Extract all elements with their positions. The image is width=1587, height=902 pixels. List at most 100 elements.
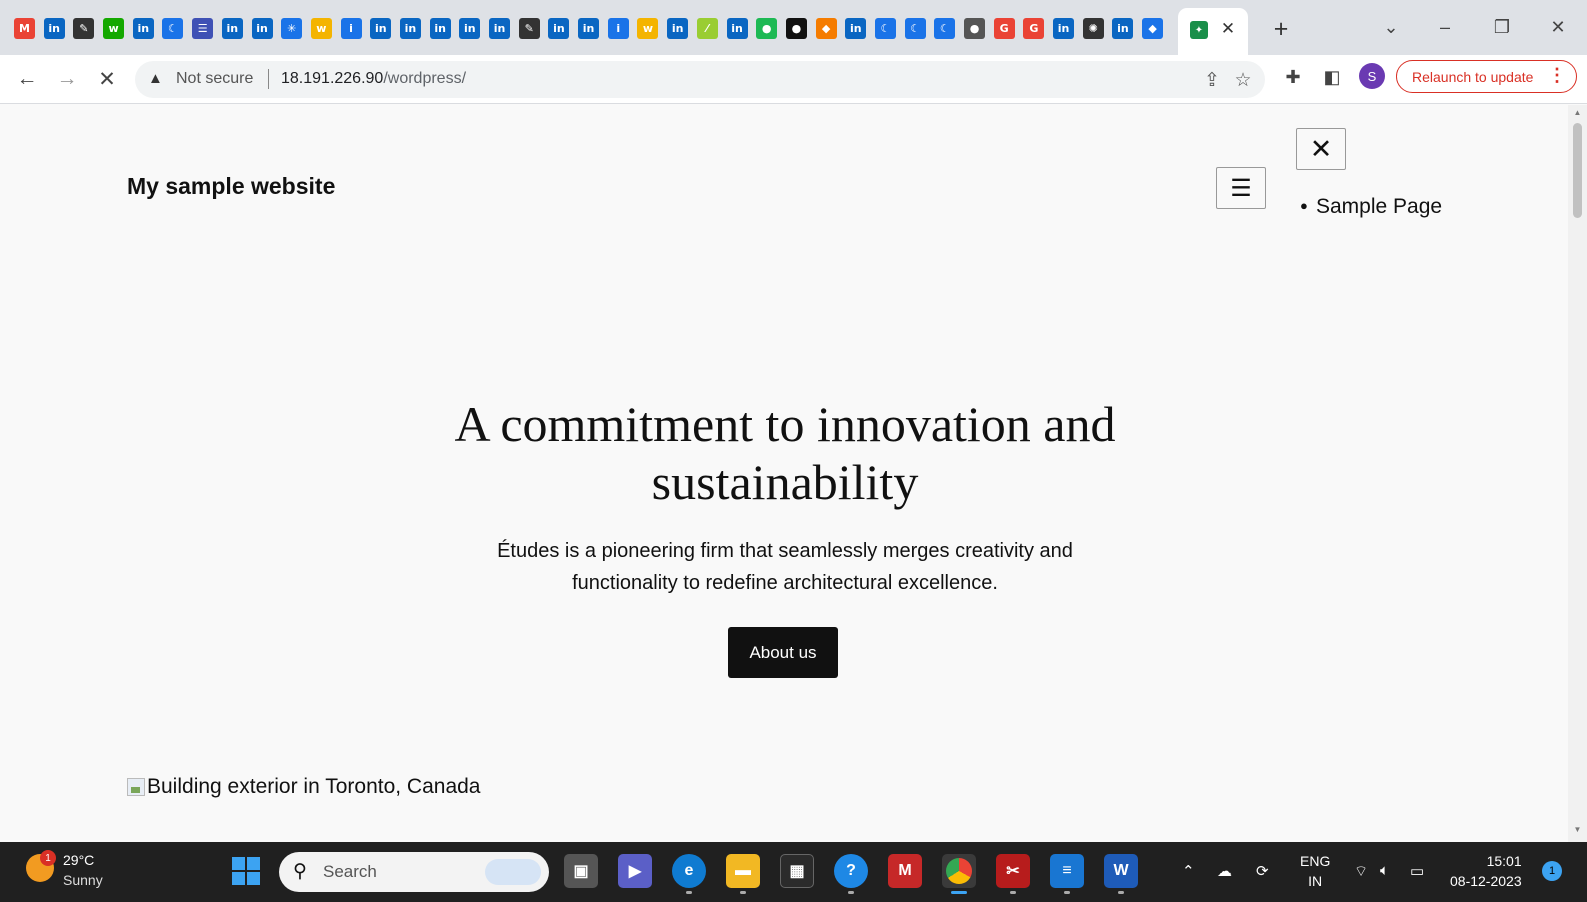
linkedin-icon[interactable]: in <box>489 18 510 39</box>
spark-icon[interactable]: ✳ <box>281 18 303 39</box>
forward-icon[interactable]: → <box>52 64 82 94</box>
moon-icon[interactable]: ☾ <box>934 18 956 39</box>
relaunch-button[interactable]: Relaunch to update ⋮ <box>1396 60 1577 93</box>
running-indicator <box>1064 891 1070 894</box>
globe-icon[interactable]: ● <box>964 18 985 39</box>
file-explorer-icon[interactable]: ▬ <box>726 854 760 894</box>
blue-app-icon[interactable]: ◆ <box>1142 18 1164 39</box>
wifi-w-icon[interactable]: w <box>637 18 659 39</box>
security-label[interactable]: Not secure <box>176 70 253 88</box>
back-icon[interactable]: ← <box>12 64 42 94</box>
scroll-thumb[interactable] <box>1573 123 1582 218</box>
edge-browser-icon[interactable]: e <box>672 854 706 894</box>
linkedin-icon[interactable]: in <box>548 18 570 39</box>
close-tab-icon[interactable]: ✕ <box>1216 17 1240 41</box>
chrome-icon[interactable] <box>942 854 976 894</box>
address-separator <box>268 69 269 89</box>
linkedin-icon[interactable]: in <box>43 18 65 39</box>
profile-avatar[interactable]: S <box>1359 63 1385 89</box>
language-indicator[interactable]: ENG IN <box>1300 851 1330 891</box>
linkedin-icon[interactable]: in <box>399 18 421 39</box>
extensions-puzzle-icon[interactable]: ✚ <box>1280 64 1306 90</box>
minimize-button[interactable]: – <box>1430 14 1460 40</box>
scroll-up-icon[interactable]: ▲ <box>1573 108 1582 117</box>
url-host: 18.191.226.90 <box>281 70 384 87</box>
tab-strip: Min ✎ w in ☾ ☰ in in ✳ w i in in in in in ✎ in in i w in ⁄ in ● ●… <box>0 0 1587 55</box>
address-bar[interactable]: ▲ Not secure 18.191.226.90/wordpress/ ⇪ … <box>135 61 1265 98</box>
linkedin-icon[interactable]: in <box>251 18 273 39</box>
notepad-icon[interactable]: ≡ <box>1050 854 1084 894</box>
edit-icon[interactable]: ✎ <box>73 18 95 39</box>
scroll-down-icon[interactable]: ▼ <box>1573 825 1582 834</box>
weather-temperature[interactable]: 29°C <box>63 852 94 868</box>
linkedin-icon[interactable]: in <box>370 18 392 39</box>
gmail-icon[interactable]: M <box>14 18 35 39</box>
linkedin-icon[interactable]: in <box>1112 18 1134 39</box>
edit-icon[interactable]: ✎ <box>518 18 540 39</box>
github-icon[interactable]: ● <box>785 18 807 39</box>
linkedin-icon[interactable]: in <box>845 18 867 39</box>
help-icon[interactable]: ? <box>834 854 868 894</box>
microsoft-store-icon[interactable]: ▦ <box>780 854 814 888</box>
linkedin-icon[interactable]: in <box>578 18 600 39</box>
page-scrollbar[interactable]: ▲ ▼ <box>1568 105 1587 842</box>
about-us-button[interactable]: About us <box>728 627 838 678</box>
running-indicator <box>848 891 854 894</box>
info-icon[interactable]: i <box>607 18 629 39</box>
sync-icon[interactable]: ⟳ <box>1256 862 1269 880</box>
linkedin-icon[interactable]: in <box>726 18 748 39</box>
info-icon[interactable]: i <box>340 18 362 39</box>
notification-badge[interactable]: 1 <box>1542 861 1562 881</box>
moon-icon[interactable]: ☾ <box>874 18 896 39</box>
word-icon[interactable]: W <box>1104 854 1138 894</box>
linkedin-icon[interactable]: in <box>429 18 451 39</box>
share-icon[interactable]: ⇪ <box>1200 68 1224 92</box>
task-view-icon[interactable]: ▣ <box>564 854 598 888</box>
weather-condition[interactable]: Sunny <box>63 872 103 888</box>
teams-chat-icon[interactable]: ▶ <box>618 854 652 888</box>
chatgpt-icon[interactable]: ✺ <box>1082 18 1104 39</box>
nav-item-sample-page[interactable]: ● Sample Page <box>1300 195 1442 219</box>
windows-start-icon[interactable] <box>232 857 260 885</box>
active-tab[interactable]: ✦ ✕ <box>1178 8 1248 55</box>
menu-hamburger-icon[interactable]: ☰ <box>1216 167 1266 209</box>
restore-button[interactable]: ❐ <box>1487 14 1517 40</box>
upwork-icon[interactable]: w <box>103 18 125 39</box>
system-clock[interactable]: 15:01 08-12-2023 <box>1450 851 1522 891</box>
wifi-icon[interactable]: ⌔ <box>1354 862 1368 881</box>
nav-item-label[interactable]: Sample Page <box>1316 195 1442 218</box>
new-tab-button[interactable]: + <box>1268 16 1294 42</box>
clock-date: 08-12-2023 <box>1450 873 1522 889</box>
site-title[interactable]: My sample website <box>127 173 335 200</box>
bookmark-star-icon[interactable]: ☆ <box>1231 68 1255 92</box>
taskbar-search[interactable]: ⚲ Search <box>279 852 549 892</box>
show-hidden-icons[interactable]: ⌃ <box>1182 862 1195 880</box>
linkedin-icon[interactable]: in <box>221 18 243 39</box>
linkedin-icon[interactable]: in <box>132 18 154 39</box>
linkedin-icon[interactable]: in <box>667 18 689 39</box>
linkedin-icon[interactable]: in <box>459 18 481 39</box>
close-menu-icon[interactable]: ✕ <box>1296 128 1346 170</box>
moon-icon[interactable]: ☾ <box>162 18 184 39</box>
moon-icon[interactable]: ☾ <box>904 18 926 39</box>
google-icon[interactable]: G <box>1023 18 1045 39</box>
battery-icon[interactable]: ▭ <box>1410 862 1424 880</box>
more-menu-icon[interactable]: ⋮ <box>1548 65 1566 86</box>
volume-icon[interactable]: 🔈︎ <box>1380 862 1389 879</box>
warning-icon[interactable]: ▲ <box>148 70 167 89</box>
linkedin-icon[interactable]: in <box>1053 18 1075 39</box>
orange-app-icon[interactable]: ◆ <box>815 18 837 39</box>
snipping-tool-icon[interactable]: ✂ <box>996 854 1030 894</box>
google-icon[interactable]: G <box>993 18 1015 39</box>
onedrive-cloud-icon[interactable]: ☁ <box>1217 862 1232 880</box>
spotify-icon[interactable]: ● <box>756 18 778 39</box>
tab-search-icon[interactable]: ⌄ <box>1376 14 1406 40</box>
url-text[interactable]: 18.191.226.90/wordpress/ <box>281 70 466 88</box>
close-window-button[interactable]: ✕ <box>1543 14 1573 40</box>
chart-icon[interactable]: ⁄ <box>696 18 718 39</box>
list-icon[interactable]: ☰ <box>192 18 214 39</box>
mcafee-icon[interactable]: M <box>888 854 922 888</box>
stop-loading-icon[interactable]: ✕ <box>92 64 122 94</box>
wifi-w-icon[interactable]: w <box>310 18 332 39</box>
side-panel-icon[interactable]: ◧ <box>1319 64 1345 90</box>
